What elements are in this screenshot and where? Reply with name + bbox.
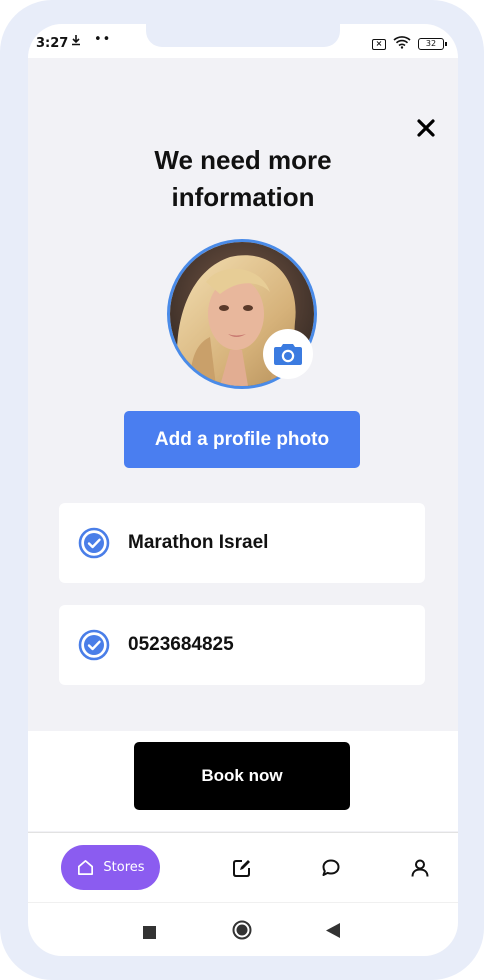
close-button[interactable]	[412, 114, 440, 142]
download-icon	[70, 34, 82, 49]
book-area: Book now	[28, 731, 458, 831]
nav-item-edit[interactable]	[231, 857, 253, 879]
page-title-line-2: information	[171, 182, 315, 212]
name-value: Marathon Israel	[128, 532, 269, 553]
nav-item-stores[interactable]: Stores	[61, 845, 160, 890]
chat-icon	[322, 859, 340, 876]
status-dots: ••	[94, 32, 112, 47]
back-triangle-icon	[326, 923, 340, 938]
check-circle-icon	[78, 629, 110, 661]
camera-icon	[274, 344, 302, 365]
bottom-nav: Stores	[28, 832, 458, 902]
name-field[interactable]: Marathon Israel	[59, 503, 425, 583]
status-icons: × 32	[372, 35, 447, 53]
phone-field[interactable]: 0523684825	[59, 605, 425, 685]
add-profile-photo-button[interactable]: Add a profile photo	[124, 411, 360, 468]
book-now-button[interactable]: Book now	[134, 742, 350, 810]
system-nav-bar	[28, 902, 458, 956]
battery-icon: 32	[418, 38, 447, 50]
nav-item-chat[interactable]	[320, 857, 342, 879]
status-bar: 3:27 •• × 32	[28, 24, 458, 58]
back-button[interactable]	[326, 923, 340, 942]
phone-frame: 3:27 •• × 32 We need more information Ad…	[0, 0, 484, 980]
phone-value: 0523684825	[128, 634, 234, 655]
app-screen: 3:27 •• × 32 We need more information Ad…	[28, 24, 458, 956]
nav-item-stores-label: Stores	[103, 860, 145, 875]
wifi-icon	[393, 35, 411, 53]
nav-item-profile[interactable]	[409, 857, 431, 879]
status-time: 3:27	[36, 36, 69, 51]
edit-icon	[233, 860, 250, 877]
home-icon	[78, 859, 94, 876]
change-photo-button[interactable]	[263, 329, 313, 379]
no-sim-icon: ×	[372, 38, 386, 50]
square-icon	[143, 926, 156, 939]
camera-notch	[146, 24, 340, 47]
home-system-button[interactable]	[232, 920, 252, 944]
check-circle-icon	[78, 527, 110, 559]
close-icon	[417, 119, 435, 137]
recents-button[interactable]	[143, 924, 156, 943]
page-title-line-1: We need more	[154, 145, 332, 175]
circle-icon	[232, 920, 252, 940]
user-icon	[411, 859, 429, 877]
page-title: We need more information	[93, 142, 393, 216]
